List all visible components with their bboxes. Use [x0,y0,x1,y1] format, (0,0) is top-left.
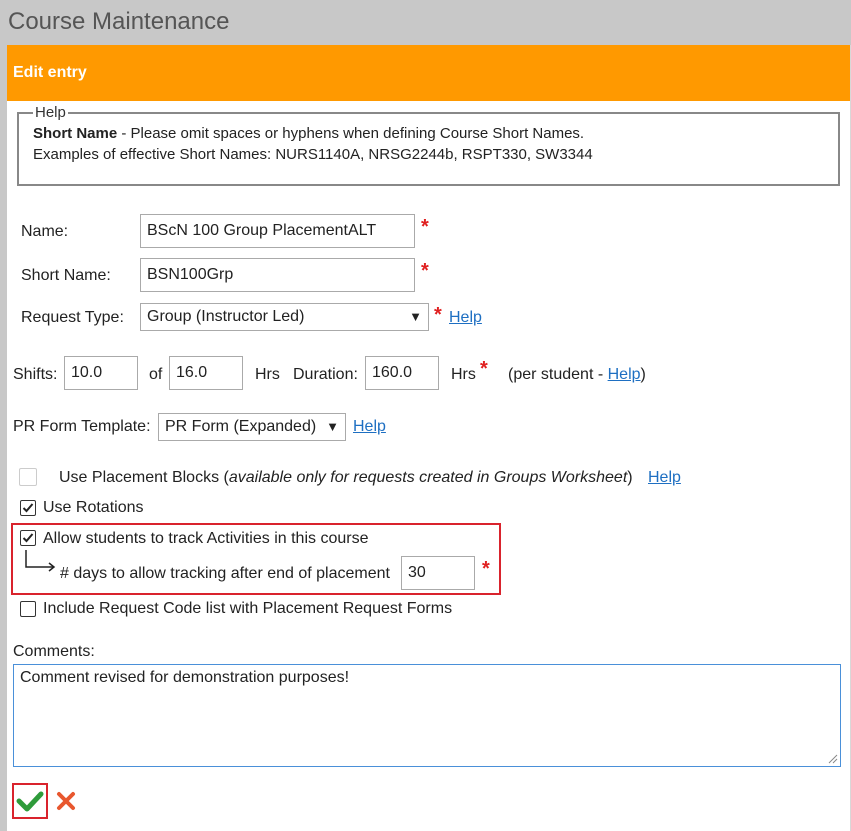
of-input[interactable] [169,356,243,390]
placement-blocks-help-link[interactable]: Help [648,469,681,487]
use-placement-blocks-label: Use Placement Blocks (available only for… [59,469,633,487]
hrs-label: Hrs [255,366,280,383]
pr-form-label: PR Form Template: [13,418,151,435]
include-request-code-checkbox[interactable] [20,601,36,617]
help-legend: Help [35,104,66,121]
allow-tracking-label: Allow students to track Activities in th… [43,530,369,547]
dropdown-arrow-icon: ▼ [326,419,339,434]
use-placement-blocks-close: ) [627,469,633,486]
pr-form-value: PR Form (Expanded) [165,418,317,435]
use-placement-blocks-note: available only for requests created in G… [228,469,628,486]
use-placement-blocks-text: Use Placement Blocks ( [59,469,229,486]
per-student-help-link[interactable]: Help [608,366,641,383]
help-short-name-label: Short Name [33,125,118,142]
duration-label: Duration: [293,366,358,383]
duration-required-mark: * [480,358,488,380]
page-title: Course Maintenance [8,8,230,35]
duration-input[interactable] [365,356,439,390]
days-tracking-required-mark: * [482,558,490,580]
help-short-name-text: Short Name - Please omit spaces or hyphe… [33,125,824,142]
cancel-button[interactable] [55,790,77,812]
pr-form-help-link[interactable]: Help [353,418,386,436]
short-name-input[interactable] [140,258,415,292]
request-type-help-link[interactable]: Help [449,309,482,327]
dropdown-arrow-icon: ▼ [409,309,422,324]
name-input[interactable] [140,214,415,248]
per-student-prefix: (per student - [508,366,608,383]
checkmark-icon [22,533,34,543]
short-name-label: Short Name: [21,267,111,284]
use-rotations-label: Use Rotations [43,499,144,516]
close-icon [57,792,75,810]
help-short-name-desc: - Please omit spaces or hyphens when def… [117,125,585,142]
name-required-mark: * [421,216,429,238]
sub-option-arrow-icon [25,550,56,572]
hrs-label-2: Hrs [451,366,476,383]
shifts-input[interactable] [64,356,138,390]
resize-grip-icon[interactable] [826,752,838,764]
of-label: of [149,366,163,383]
checkmark-icon [16,791,44,812]
help-examples: Examples of effective Short Names: NURS1… [33,146,593,163]
pr-form-select[interactable]: PR Form (Expanded) ▼ [158,413,346,441]
help-box: Help Short Name - Please omit spaces or … [17,104,840,186]
short-name-required-mark: * [421,260,429,282]
comments-label: Comments: [13,643,95,660]
use-rotations-checkbox[interactable] [20,500,36,516]
checkmark-icon [22,503,34,513]
allow-tracking-checkbox[interactable] [20,530,36,546]
use-placement-blocks-checkbox[interactable] [19,468,37,486]
request-type-select[interactable]: Group (Instructor Led) ▼ [140,303,429,331]
request-type-label: Request Type: [21,309,124,326]
comments-textarea[interactable]: Comment revised for demonstration purpos… [13,664,841,767]
name-label: Name: [21,223,69,240]
days-tracking-input[interactable] [401,556,475,590]
include-request-code-label: Include Request Code list with Placement… [43,600,453,617]
shifts-label: Shifts: [13,366,58,383]
per-student-suffix: ) [640,366,646,383]
request-type-value: Group (Instructor Led) [147,308,305,325]
days-tracking-label: # days to allow tracking after end of pl… [60,565,390,582]
panel-header: Edit entry [7,45,850,101]
save-button[interactable] [12,783,48,819]
per-student-note: (per student - Help) [508,366,646,384]
request-type-required-mark: * [434,304,442,326]
